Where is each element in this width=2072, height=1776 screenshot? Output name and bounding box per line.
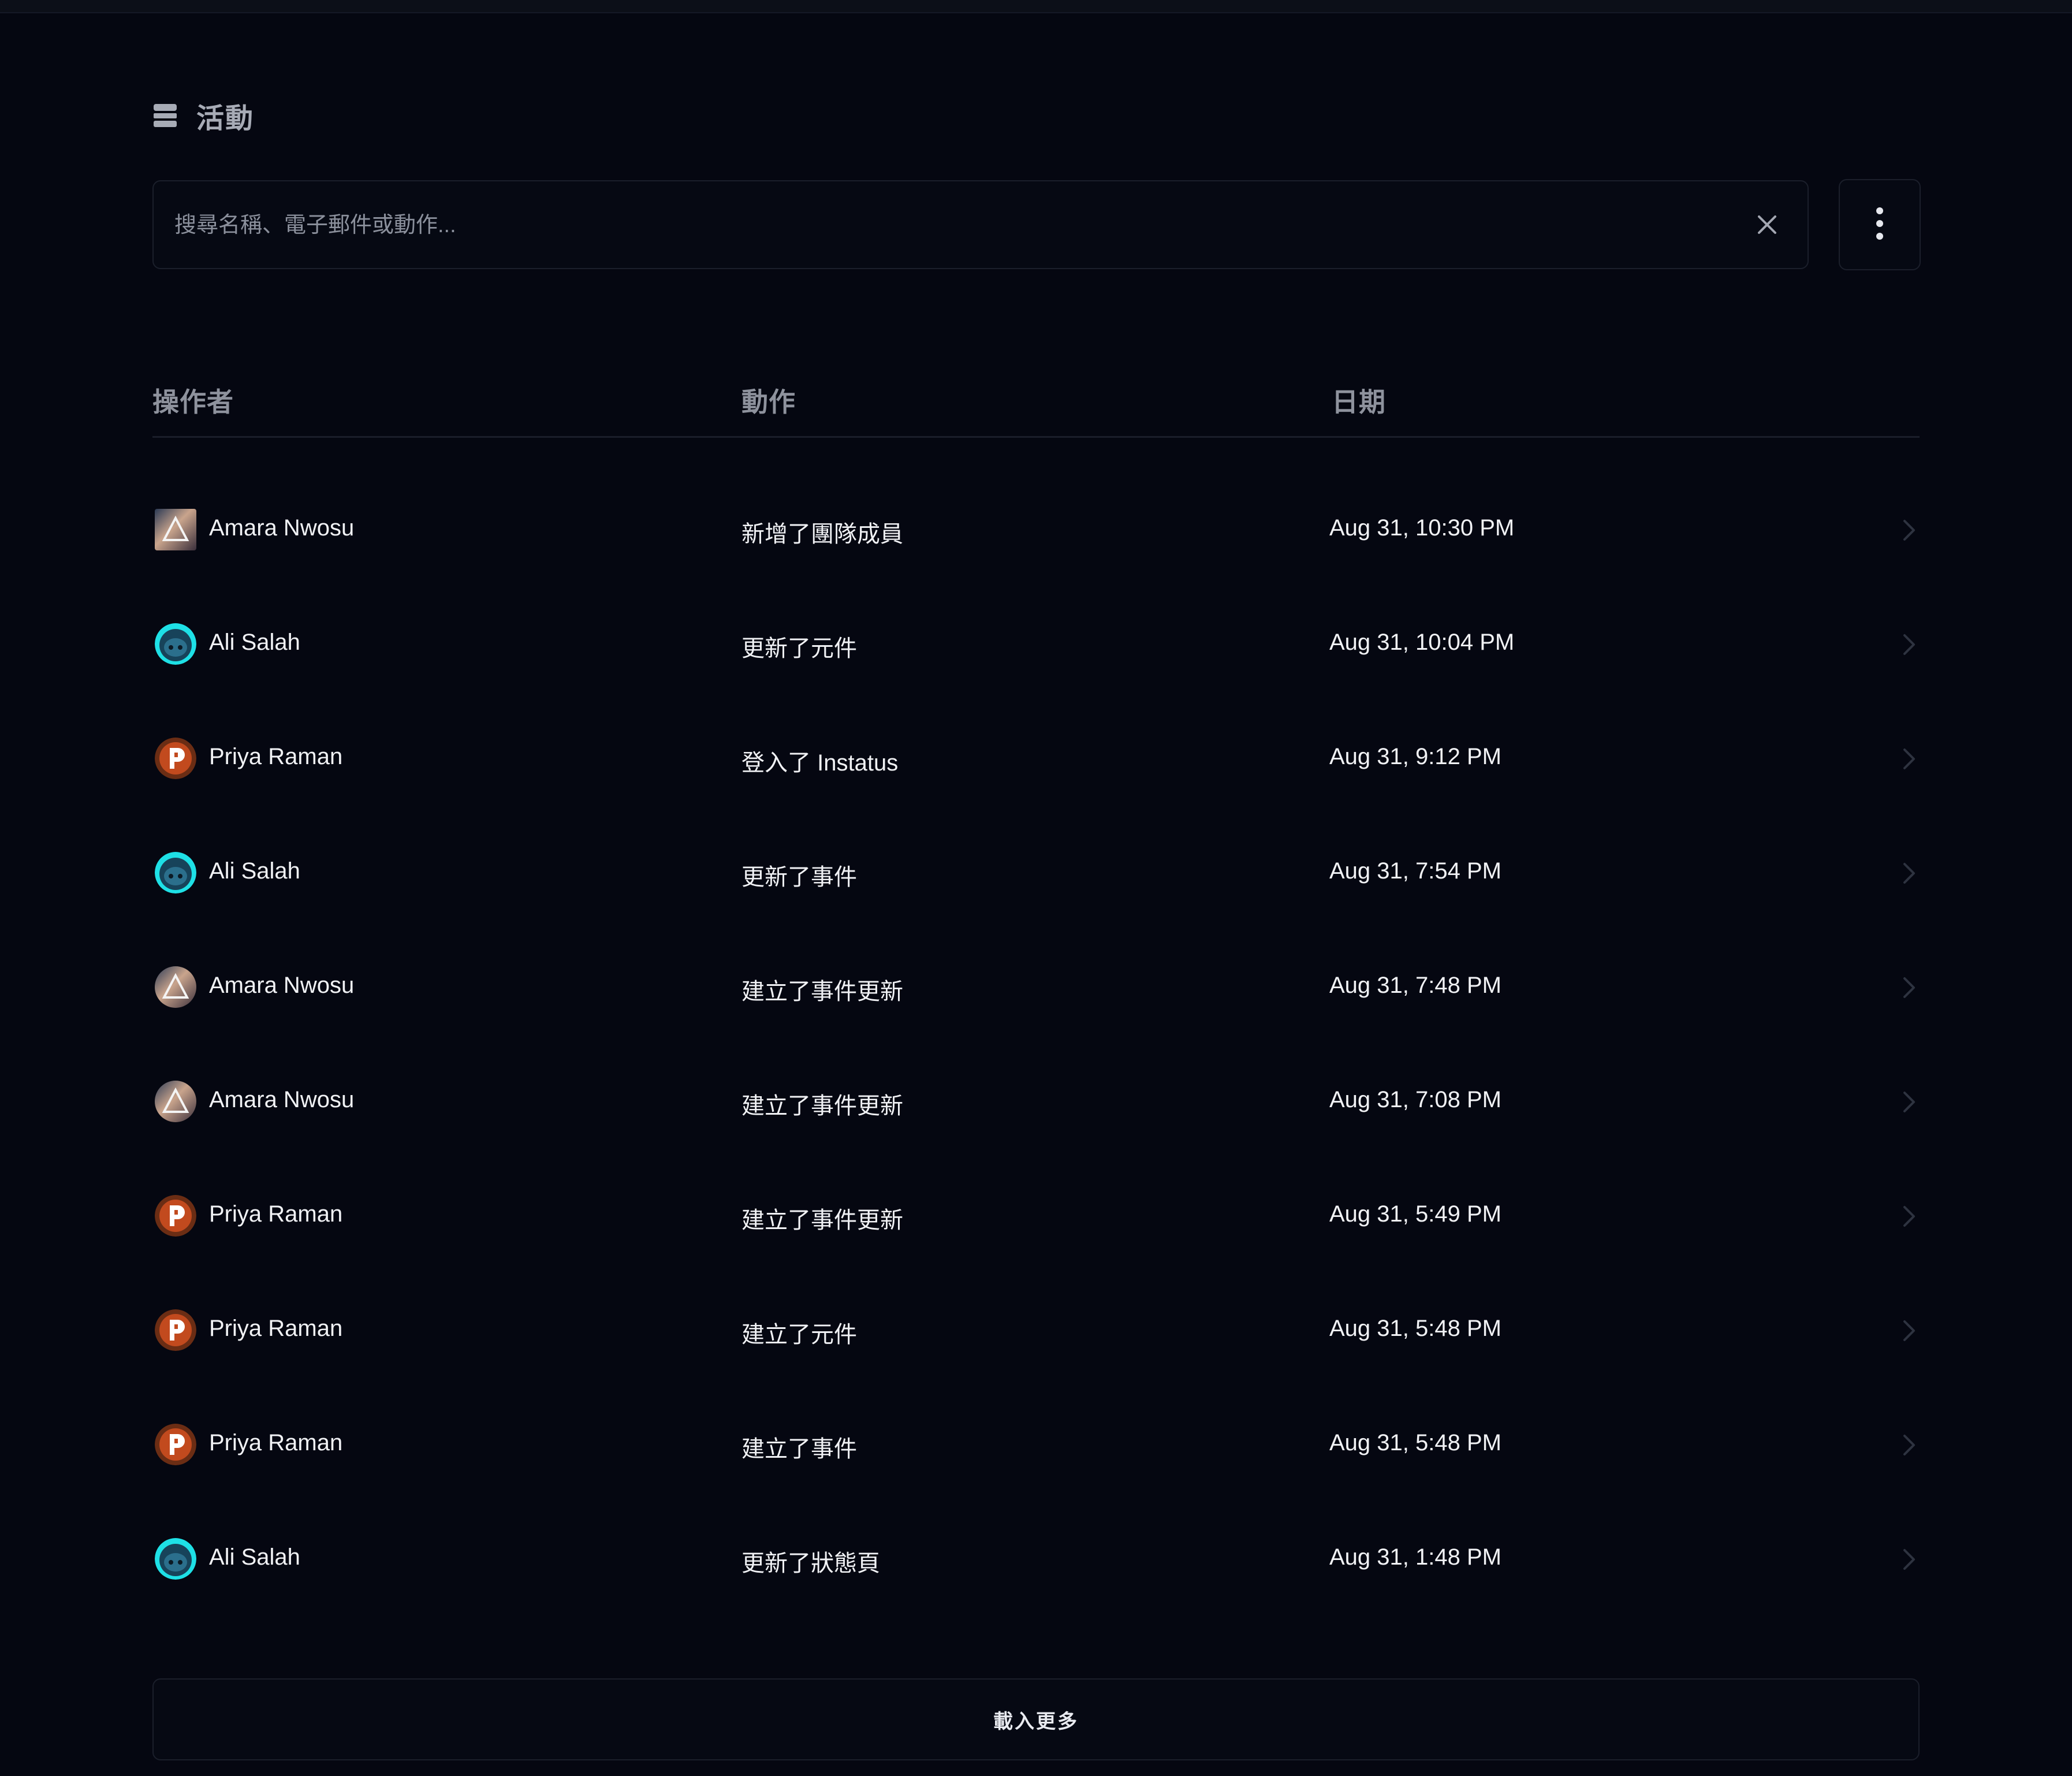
chevron-right-icon[interactable]	[1902, 1090, 1916, 1114]
column-header-action: 動作	[741, 387, 796, 417]
actor-name: Ali Salah	[209, 630, 300, 655]
load-more-label: 載入更多	[993, 1710, 1079, 1733]
action-text: 更新了元件	[741, 636, 857, 661]
more-vertical-icon	[1876, 206, 1884, 244]
chevron-right-icon[interactable]	[1902, 1434, 1916, 1457]
actor-name: Amara Nwosu	[209, 1087, 355, 1112]
database-icon	[152, 103, 178, 128]
table-row[interactable]: Priya Raman 建立了事件更新 Aug 31, 5:49 PM	[152, 1159, 1920, 1273]
chevron-right-icon[interactable]	[1902, 747, 1916, 770]
table-row[interactable]: Ali Salah 更新了元件 Aug 31, 10:04 PM	[152, 587, 1920, 701]
action-text: 建立了元件	[741, 1322, 857, 1347]
chevron-right-icon[interactable]	[1902, 976, 1916, 999]
chevron-right-icon[interactable]	[1902, 1548, 1916, 1571]
chevron-right-icon[interactable]	[1902, 1205, 1916, 1228]
action-text: 建立了事件	[741, 1436, 857, 1462]
date-text: Aug 31, 5:48 PM	[1329, 1430, 1501, 1455]
search-input[interactable]	[173, 181, 1712, 269]
avatar	[155, 1195, 196, 1237]
chevron-right-icon[interactable]	[1902, 519, 1916, 542]
action-text: 更新了事件	[741, 865, 857, 890]
actor-name: Priya Raman	[209, 1430, 343, 1455]
actor-name: Amara Nwosu	[209, 973, 355, 998]
action-text: 新增了團隊成員	[741, 522, 903, 547]
activity-page: 活動 操作者 動作 日期 Amara Nwosu 新增了團隊成員 Aug 31, 1…	[152, 0, 1921, 1776]
table-row[interactable]: Priya Raman 建立了元件 Aug 31, 5:48 PM	[152, 1273, 1920, 1387]
column-header-actor: 操作者	[152, 387, 234, 417]
table-row[interactable]: Ali Salah 更新了事件 Aug 31, 7:54 PM	[152, 816, 1920, 930]
chevron-right-icon[interactable]	[1902, 862, 1916, 885]
action-text: 登入了 Instatus	[741, 750, 899, 776]
avatar	[155, 1424, 196, 1465]
date-text: Aug 31, 7:48 PM	[1329, 973, 1501, 998]
table-header: 操作者 動作 日期	[152, 370, 1920, 438]
chevron-right-icon[interactable]	[1902, 633, 1916, 656]
page-title: 活動	[196, 103, 255, 134]
avatar	[155, 966, 196, 1008]
table-row[interactable]: Priya Raman 登入了 Instatus Aug 31, 9:12 PM	[152, 701, 1920, 816]
avatar	[155, 1309, 196, 1351]
table-row[interactable]: Priya Raman 建立了事件 Aug 31, 5:48 PM	[152, 1387, 1920, 1502]
table-row[interactable]: Amara Nwosu 新增了團隊成員 Aug 31, 10:30 PM	[152, 472, 1920, 587]
date-text: Aug 31, 5:49 PM	[1329, 1201, 1501, 1227]
table-row[interactable]: Ali Salah 更新了狀態頁 Aug 31, 1:48 PM	[152, 1502, 1920, 1616]
action-text: 建立了事件更新	[741, 979, 903, 1004]
action-text: 更新了狀態頁	[741, 1551, 880, 1576]
load-more-button[interactable]: 載入更多	[152, 1678, 1920, 1760]
more-options-button[interactable]	[1839, 179, 1921, 270]
chevron-right-icon[interactable]	[1902, 1319, 1916, 1342]
table-row[interactable]: Amara Nwosu 建立了事件更新 Aug 31, 7:08 PM	[152, 1044, 1920, 1159]
column-header-date: 日期	[1332, 387, 1386, 417]
avatar	[155, 738, 196, 779]
table-row[interactable]: Amara Nwosu 建立了事件更新 Aug 31, 7:48 PM	[152, 930, 1920, 1044]
date-text: Aug 31, 10:04 PM	[1329, 630, 1515, 655]
avatar	[155, 623, 196, 665]
action-text: 建立了事件更新	[741, 1093, 903, 1119]
date-text: Aug 31, 7:54 PM	[1329, 858, 1501, 884]
actor-name: Priya Raman	[209, 1201, 343, 1227]
date-text: Aug 31, 1:48 PM	[1329, 1544, 1501, 1570]
search-box	[152, 180, 1809, 269]
avatar	[155, 1081, 196, 1122]
date-text: Aug 31, 10:30 PM	[1329, 515, 1515, 541]
page-header: 活動	[152, 97, 254, 134]
avatar	[155, 509, 196, 550]
action-text: 建立了事件更新	[741, 1208, 903, 1233]
avatar	[155, 1538, 196, 1580]
close-icon[interactable]	[1754, 212, 1780, 237]
actor-name: Ali Salah	[209, 1544, 300, 1570]
date-text: Aug 31, 9:12 PM	[1329, 744, 1501, 769]
actor-name: Ali Salah	[209, 858, 300, 884]
actor-name: Priya Raman	[209, 1316, 343, 1341]
actor-name: Amara Nwosu	[209, 515, 355, 541]
date-text: Aug 31, 5:48 PM	[1329, 1316, 1501, 1341]
actor-name: Priya Raman	[209, 744, 343, 769]
avatar	[155, 852, 196, 893]
date-text: Aug 31, 7:08 PM	[1329, 1087, 1501, 1112]
